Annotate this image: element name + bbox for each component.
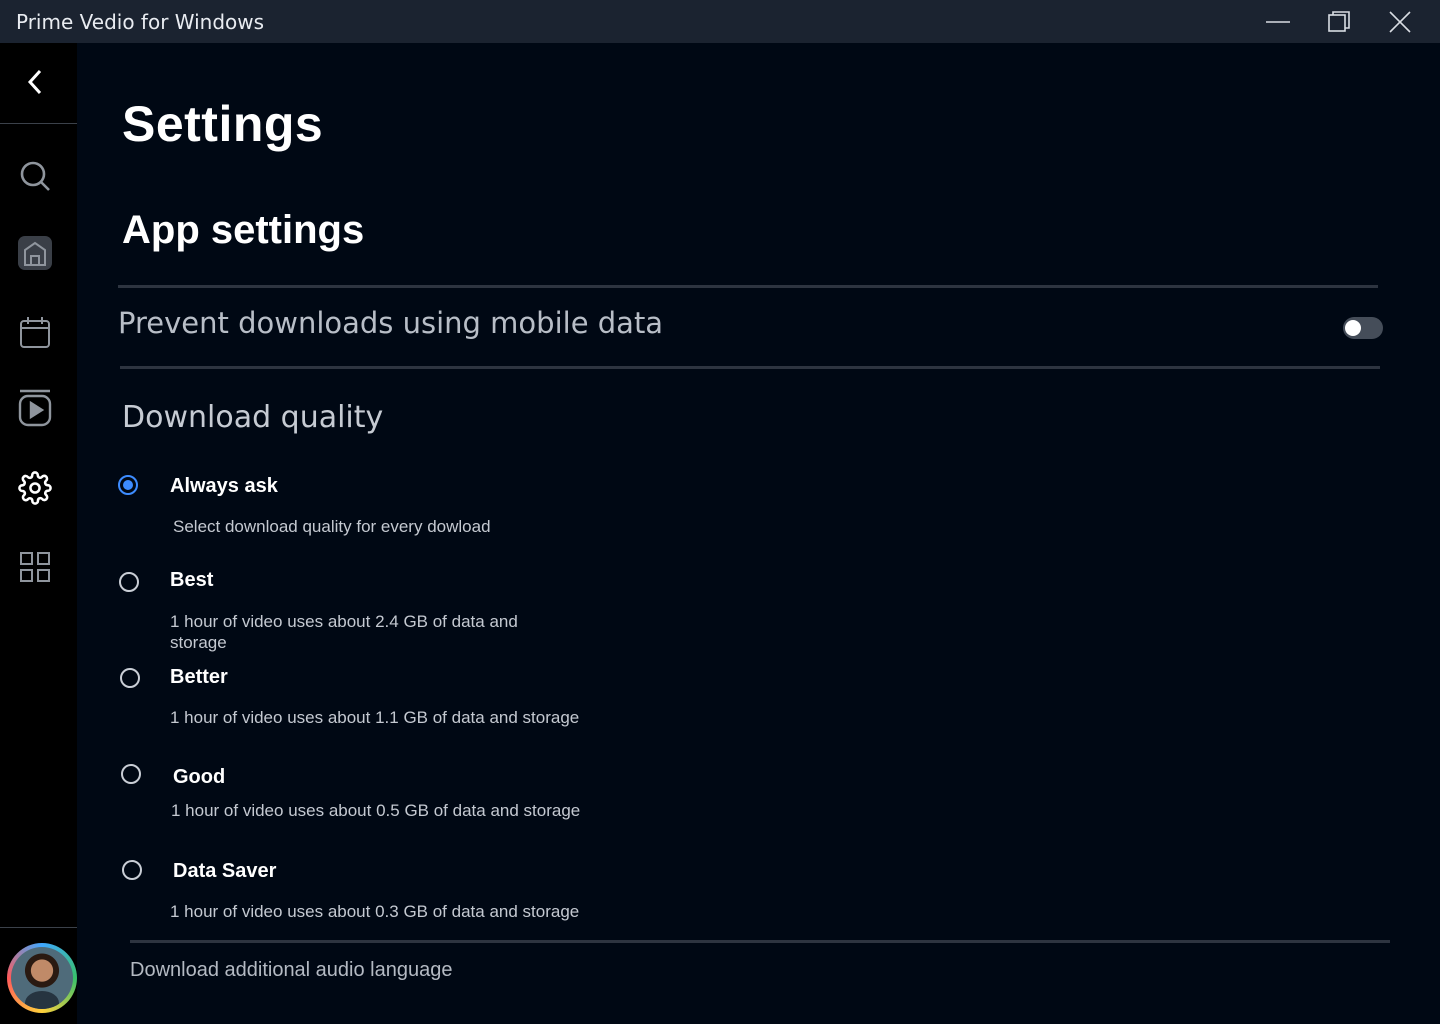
sidebar-item-settings[interactable] [16, 469, 54, 507]
option-label[interactable]: Better [170, 666, 228, 689]
divider [120, 366, 1380, 369]
sidebar-item-search[interactable] [16, 157, 54, 195]
title-bar: Prime Vedio for Windows [0, 0, 1440, 43]
home-icon [18, 236, 52, 270]
window-title: Prime Vedio for Windows [16, 10, 265, 34]
chevron-left-icon [27, 69, 42, 95]
option-description: Select download quality for every dowloa… [173, 517, 491, 536]
avatar-image [11, 947, 73, 1009]
radio-data-saver[interactable] [122, 860, 142, 880]
restore-button[interactable] [1309, 0, 1369, 43]
mobile-data-label: Prevent downloads using mobile data [118, 306, 664, 340]
minimize-button[interactable] [1248, 0, 1308, 43]
sidebar [0, 43, 77, 1024]
sidebar-item-calendar[interactable] [16, 313, 54, 351]
restore-icon [1328, 10, 1350, 32]
audio-language-setting[interactable]: Download additional audio language [130, 959, 452, 982]
page-title: Settings [122, 96, 324, 152]
option-label[interactable]: Best [170, 569, 213, 592]
sidebar-item-library[interactable] [16, 389, 54, 427]
download-quality-title: Download quality [122, 400, 384, 435]
close-button[interactable] [1370, 0, 1430, 43]
sidebar-divider [0, 123, 77, 124]
section-title: App settings [122, 208, 365, 252]
radio-good[interactable] [121, 764, 141, 784]
radio-always-ask[interactable] [118, 475, 138, 495]
radio-better[interactable] [120, 668, 140, 688]
gear-icon [18, 471, 52, 505]
close-icon [1389, 10, 1411, 33]
option-description: 1 hour of video uses about 0.3 GB of dat… [170, 902, 580, 921]
option-label[interactable]: Always ask [170, 475, 278, 498]
option-label[interactable]: Data Saver [173, 860, 276, 883]
option-description: 1 hour of video uses about 1.1 GB of dat… [170, 708, 580, 727]
option-description: 1 hour of video uses about 0.5 GB of dat… [171, 801, 581, 820]
minimize-icon [1266, 20, 1290, 23]
sidebar-item-home[interactable] [16, 234, 54, 272]
sidebar-item-categories[interactable] [16, 548, 54, 586]
mobile-data-toggle[interactable] [1343, 317, 1383, 339]
back-button[interactable] [16, 63, 54, 101]
divider [130, 940, 1390, 943]
video-library-icon [18, 389, 52, 427]
search-icon [20, 161, 50, 191]
settings-page: Settings App settings Prevent downloads … [77, 43, 1440, 1024]
option-description: 1 hour of video uses about 2.4 GB of dat… [170, 612, 518, 652]
option-label[interactable]: Good [173, 766, 225, 789]
sidebar-divider-bottom [0, 927, 77, 928]
user-avatar[interactable] [7, 943, 77, 1013]
divider [118, 285, 1378, 288]
calendar-icon [20, 317, 50, 348]
radio-best[interactable] [119, 572, 139, 592]
grid-icon [20, 552, 50, 582]
